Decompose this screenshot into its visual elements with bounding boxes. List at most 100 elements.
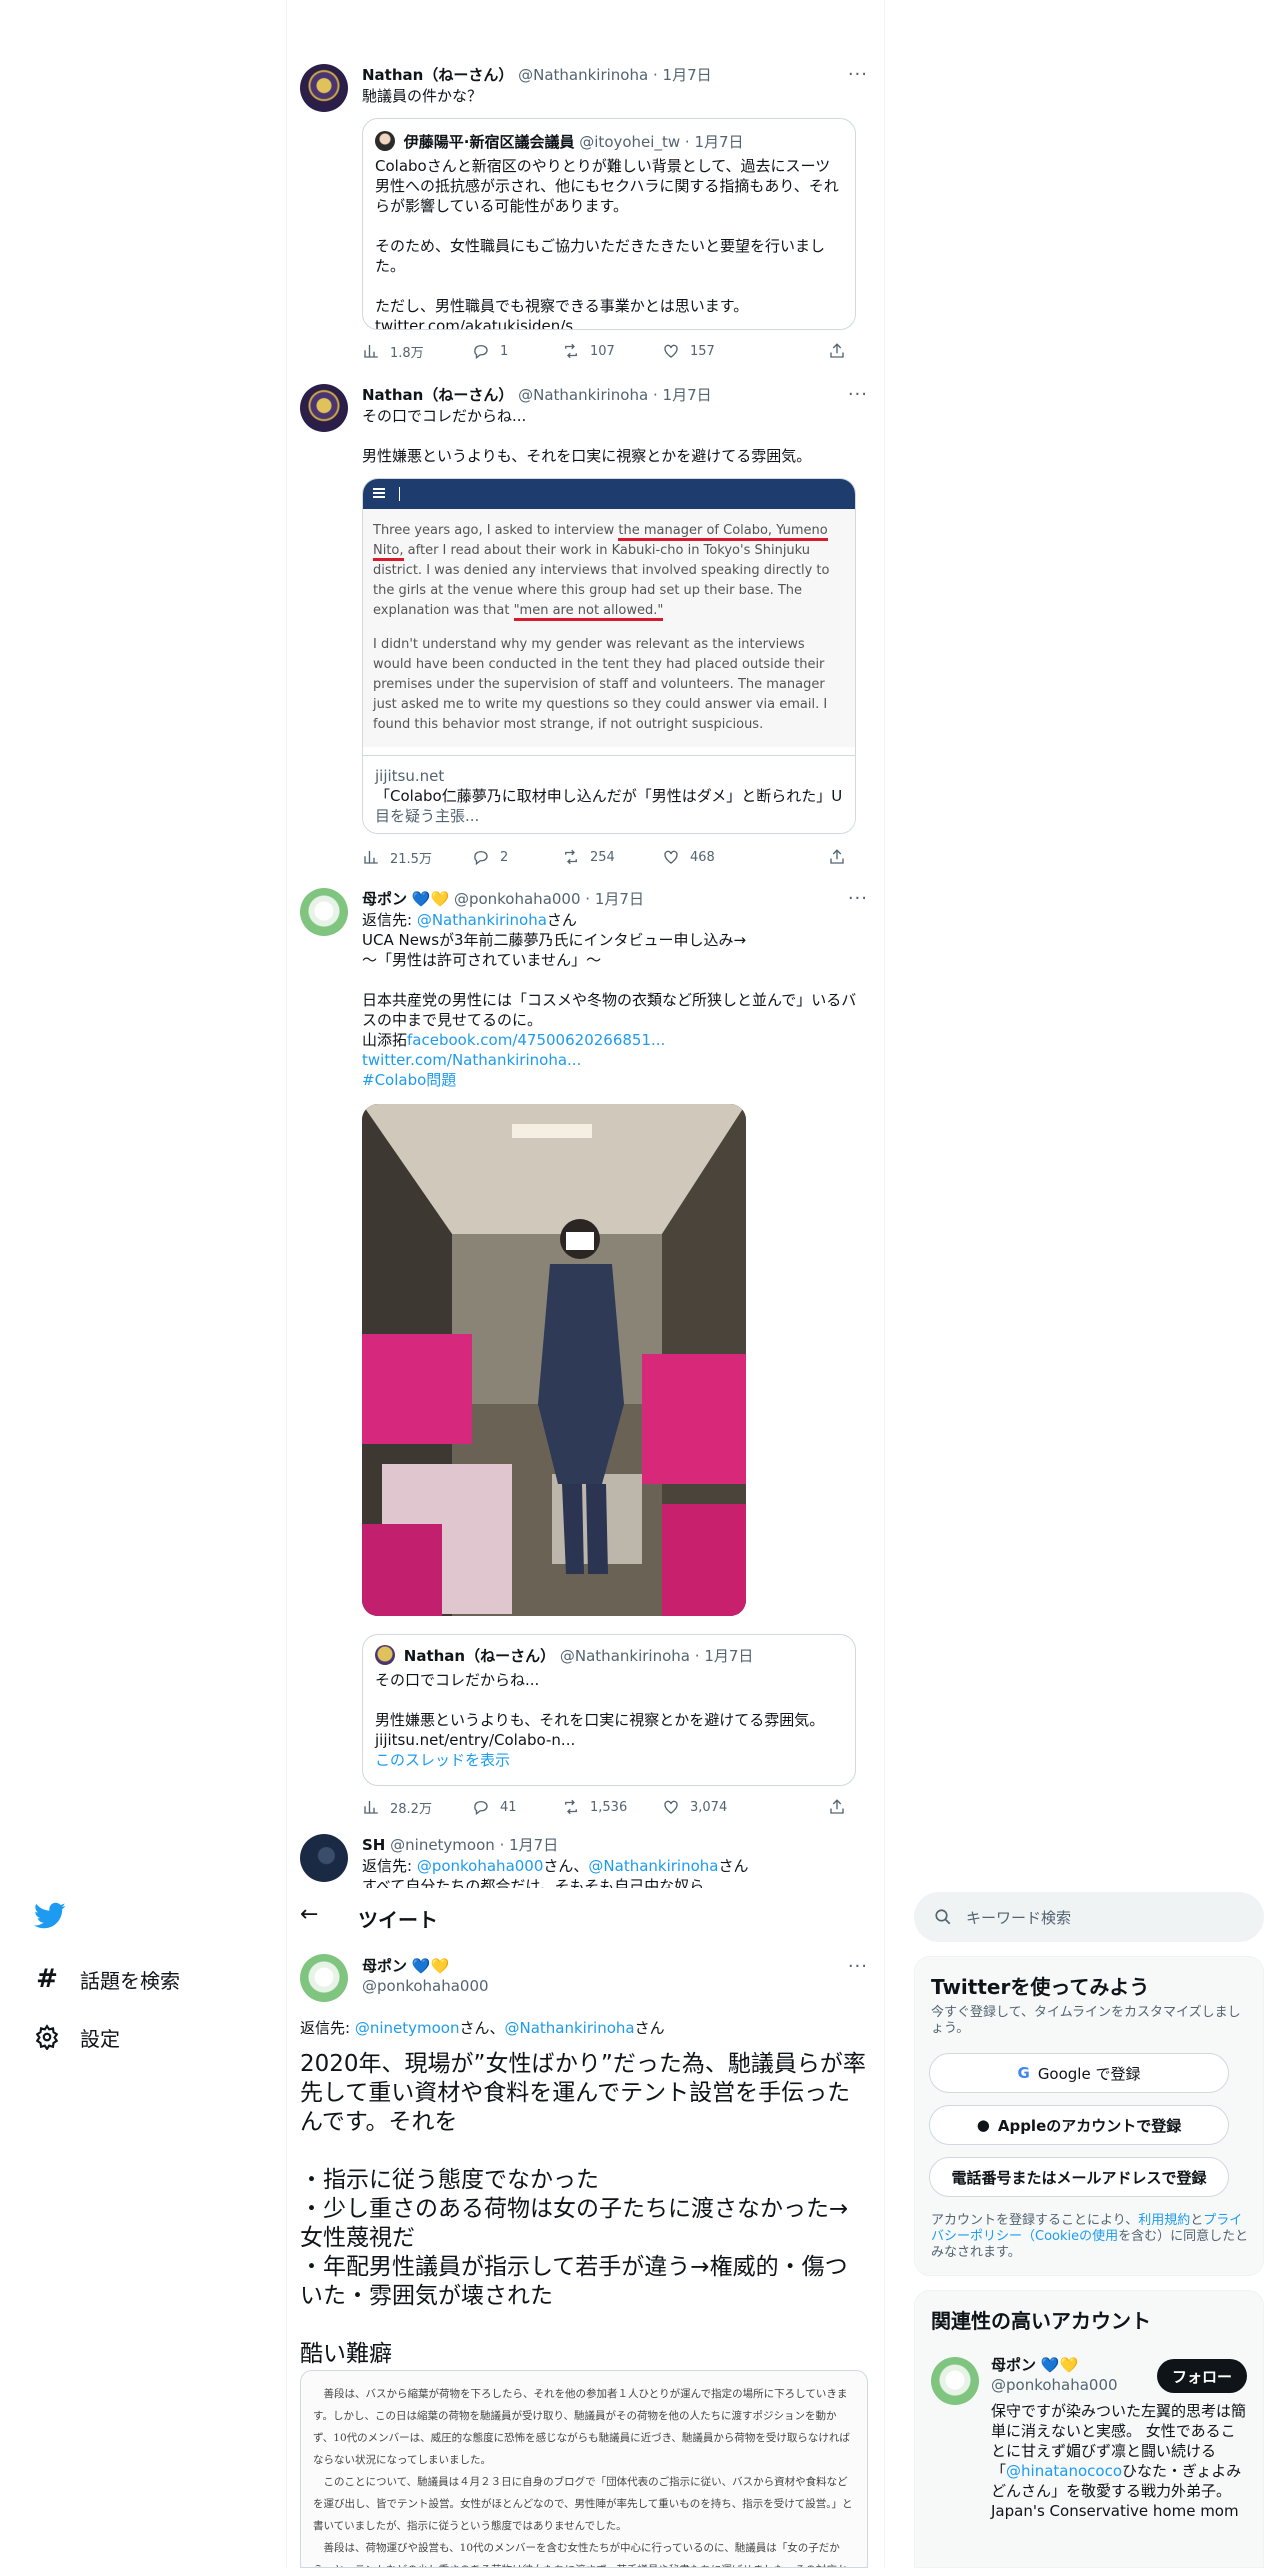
back-arrow-icon[interactable]: ← [300, 1902, 318, 1927]
retweet-icon [565, 849, 577, 865]
mention-link[interactable]: @hinatanococo [1006, 2462, 1122, 2480]
hashtag-link[interactable]: #Colabo問題 [362, 1070, 870, 1090]
author-handle[interactable]: @ninetymoon [390, 1836, 495, 1854]
google-signup-button[interactable]: G Google で登録 [929, 2053, 1229, 2093]
quoted-tweet[interactable]: 伊藤陽平·新宿区議会議員 @itoyohei_tw · 1月7日 Colaboさ… [362, 118, 856, 330]
views-button[interactable]: 1.8万 [362, 340, 424, 362]
author-name[interactable]: 母ポン [362, 890, 407, 908]
retweet-button[interactable]: 1,536 [562, 1796, 627, 1818]
external-link[interactable]: facebook.com/47500620266851... [407, 1031, 665, 1049]
tweet[interactable]: SH @ninetymoon · 1月7日 返信先: @ponkohaha000… [300, 1834, 870, 1894]
avatar[interactable] [300, 1834, 348, 1882]
avatar[interactable] [931, 2357, 979, 2405]
reply-icon [474, 345, 488, 360]
nav-settings-label: 設定 [80, 2026, 120, 2051]
author-name[interactable]: SH [362, 1836, 385, 1854]
account-handle[interactable]: @ponkohaha000 [991, 2375, 1118, 2395]
google-icon: G [1017, 2064, 1030, 2082]
tweet-date[interactable]: 1月7日 [595, 890, 644, 908]
like-button[interactable]: 157 [662, 340, 715, 362]
author-name[interactable]: Nathan（ねーさん） [362, 386, 513, 404]
reply-context: 返信先: @ponkohaha000さん、@Nathankirinohaさん [362, 1857, 749, 1875]
related-accounts-panel: 関連性の高いアカウント 母ポン 💙💛 @ponkohaha000 フォロー 保守… [914, 2290, 1264, 2568]
reply-button[interactable]: 41 [472, 1796, 517, 1818]
tweet[interactable]: Nathan（ねーさん） @Nathankirinoha · 1月7日 ··· … [300, 64, 870, 364]
retweet-button[interactable]: 107 [562, 340, 615, 362]
link-card[interactable]: Three years ago, I asked to interview th… [362, 478, 856, 834]
nav-settings[interactable]: 設定 [34, 2022, 120, 2052]
tweet-actions: 1.8万 1 107 157 [362, 340, 844, 362]
more-icon[interactable]: ··· [848, 384, 868, 406]
card-header-bar [363, 479, 855, 509]
account-name[interactable]: 母ポン [991, 2356, 1036, 2374]
terms-link[interactable]: 利用規約 [1138, 2213, 1190, 2228]
reply-button[interactable]: 1 [472, 340, 508, 362]
apple-signup-button[interactable]: ● Appleのアカウントで登録 [929, 2105, 1229, 2145]
highlighted-text: "men are not allowed." [513, 603, 664, 621]
reply-context: 返信先: @Nathankirinohaさん [362, 911, 577, 929]
like-button[interactable]: 468 [662, 846, 715, 868]
card-title: 「Colabo仁藤夢乃に取材申し込んだが「男性はダメ」と断られた」U... [375, 787, 843, 805]
phone-email-signup-button[interactable]: 電話番号またはメールアドレスで登録 [929, 2157, 1229, 2197]
quoted-tweet[interactable]: Nathan（ねーさん） @Nathankirinoha · 1月7日 その口で… [362, 1634, 856, 1786]
search-input[interactable]: キーワード検索 [914, 1892, 1264, 1942]
heart-icon [664, 1800, 678, 1814]
share-button[interactable] [828, 1796, 846, 1818]
tweet-text: 2020年、現場が”女性ばかり”だった為、馳議員らが率先して重い資材や食料を運ん… [300, 2051, 866, 2367]
reply-context: 返信先: @ninetymoonさん、@Nathankirinohaさん [300, 2019, 665, 2037]
retweet-count: 107 [590, 343, 615, 359]
mention-link[interactable]: @Nathankirinoha [417, 911, 547, 929]
views-button[interactable]: 21.5万 [362, 846, 432, 868]
analytics-icon [364, 1801, 378, 1814]
retweet-icon [565, 343, 577, 359]
show-thread-link[interactable]: このスレッドを表示 [375, 1750, 843, 1770]
article-preview: Three years ago, I asked to interview th… [363, 509, 855, 747]
search-icon [935, 1909, 951, 1925]
share-button[interactable] [828, 846, 846, 868]
card-description: 目を疑う主張... [375, 807, 480, 825]
tweet-text: すべて自分たちの都合だけ。そもそも自己中な奴ら [362, 1877, 705, 1888]
quote-text: その口でコレだからね... 男性嫌悪というよりも、それを口実に視察とかを避けてる… [375, 1671, 825, 1749]
tweet-text: その口でコレだからね... 男性嫌悪というよりも、それを口実に視察とかを避けてる… [362, 407, 812, 465]
author-handle[interactable]: @Nathankirinoha [518, 386, 648, 404]
tweet-actions: 21.5万 2 254 468 [362, 846, 844, 868]
reply-button[interactable]: 2 [472, 846, 508, 868]
like-button[interactable]: 3,074 [662, 1796, 727, 1818]
more-icon[interactable]: ··· [848, 888, 868, 910]
apple-icon: ● [976, 2116, 990, 2134]
tweet-actions: 28.2万 41 1,536 3,074 [362, 1796, 844, 1818]
more-icon[interactable]: ··· [848, 1956, 868, 1977]
views-button[interactable]: 28.2万 [362, 1796, 432, 1818]
tweet[interactable]: Nathan（ねーさん） @Nathankirinoha · 1月7日 ··· … [300, 384, 870, 884]
detail-author[interactable]: 母ポン 💙💛 @ponkohaha000 ··· [300, 1954, 870, 2014]
more-icon[interactable]: ··· [848, 64, 868, 86]
external-link[interactable]: twitter.com/Nathankirinoha... [362, 1050, 870, 1070]
avatar[interactable] [300, 384, 348, 432]
heart-emoji: 💙💛 [411, 890, 450, 908]
author-handle[interactable]: @ponkohaha000 [454, 890, 581, 908]
tweet-date[interactable]: 1月7日 [663, 66, 712, 84]
tweet-photo[interactable] [362, 1104, 746, 1616]
author-name[interactable]: 母ポン [362, 1957, 407, 1975]
avatar[interactable] [300, 1954, 348, 2002]
legal-notice: アカウントを登録することにより、利用規約とプライバシーポリシー（Cookieの使… [931, 2213, 1249, 2260]
author-name[interactable]: Nathan（ねーさん） [362, 66, 513, 84]
scanned-document-image[interactable]: 善段は、バスから縮葉が荷物を下ろしたら、それを他の参加者１人ひとりが運んで指定の… [300, 2370, 868, 2568]
avatar[interactable] [300, 888, 348, 936]
twitter-logo-icon[interactable] [34, 1902, 66, 1930]
tweet-date[interactable]: 1月7日 [509, 1836, 558, 1854]
heart-emoji: 💙💛 [411, 1957, 450, 1975]
card-domain: jijitsu.net [375, 767, 445, 785]
retweet-button[interactable]: 254 [562, 846, 615, 868]
avatar[interactable] [300, 64, 348, 112]
tweet[interactable]: 母ポン 💙💛 @ponkohaha000 · 1月7日 ··· 返信先: @Na… [300, 888, 870, 1818]
author-handle[interactable]: @ponkohaha000 [362, 1976, 489, 1996]
follow-button[interactable]: フォロー [1157, 2359, 1247, 2393]
nav-explore[interactable]: # 話題を検索 [34, 1964, 180, 1994]
tweet-text: ～「男性は許可されていません」～ [362, 951, 602, 969]
tweet-text: 日本共産党の男性には「コスメや冬物の衣類など所狭しと並んで」いるバスの中まで見せ… [362, 991, 857, 1029]
tweet-date[interactable]: 1月7日 [663, 386, 712, 404]
author-handle[interactable]: @Nathankirinoha [518, 66, 648, 84]
share-button[interactable] [828, 340, 846, 362]
signup-subtitle: 今すぐ登録して、タイムラインをカスタマイズしましょう。 [931, 2005, 1241, 2036]
